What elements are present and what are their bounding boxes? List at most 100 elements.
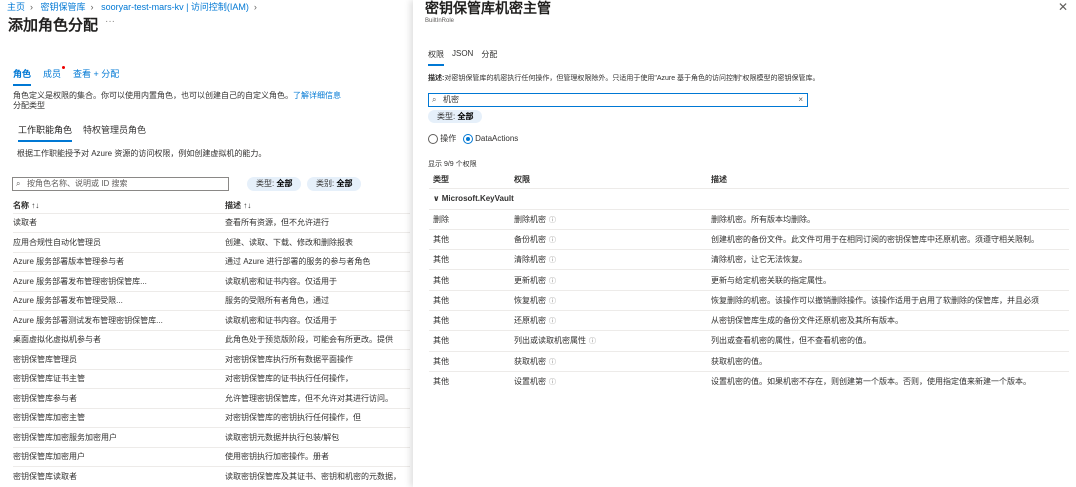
filter-value: 全部: [457, 112, 474, 121]
table-row[interactable]: 密钥保管库读取者 读取密钥保管库及其证书、密钥和机密的元数据，: [13, 466, 410, 486]
table-row: 删除 删除机密 ⓘ 删除机密。所有版本均删除。: [429, 208, 1069, 230]
permission-type: 其他: [429, 249, 514, 270]
permission-description: 设置机密的值。如果机密不存在，则创建第一个版本。否则，使用指定值来新建一个版本。: [711, 370, 1069, 392]
role-description: 对密钥保管库的证书执行任何操作，: [225, 368, 410, 389]
tab-privileged-admin-roles[interactable]: 特权管理员角色: [83, 123, 146, 142]
table-row[interactable]: 应用合规性自动化管理员 创建、读取、下载、修改和删除报表: [13, 232, 410, 252]
breadcrumb-iam[interactable]: sooryar-test-mars-kv | 访问控制(IAM): [101, 2, 249, 12]
info-icon[interactable]: ⓘ: [549, 298, 556, 305]
info-icon[interactable]: ⓘ: [549, 379, 556, 386]
role-search-input[interactable]: ⌕ 按角色名称、说明或 ID 搜索: [12, 177, 229, 191]
table-row[interactable]: 密钥保管库加密主管 对密钥保管库的密钥执行任何操作，但: [13, 407, 410, 428]
role-name: 密钥保管库管理员: [13, 349, 225, 369]
permissions-table: 类型 权限 描述 ∨ Microsoft.KeyVault 删除 删除机密 ⓘ 删除机…: [429, 172, 1069, 392]
table-row[interactable]: Azure 服务部署发布管理密钥保管库... 读取机密和证书内容。仅适用于: [13, 271, 410, 291]
chevron-down-icon[interactable]: ∨: [433, 194, 440, 203]
search-placeholder: 按角色名称、说明或 ID 搜索: [27, 179, 128, 188]
column-header-description[interactable]: 描述 ↑↓: [225, 199, 410, 213]
permission-cell: 恢复机密 ⓘ: [514, 289, 711, 311]
column-header-name[interactable]: 名称 ↑↓: [13, 199, 225, 213]
role-name: Azure 服务部署发布管理密钥保管库...: [13, 271, 225, 291]
filter-label: 类型:: [256, 179, 277, 188]
role-name: 密钥保管库读取者: [13, 466, 225, 486]
permission-name: 设置机密: [514, 377, 546, 387]
role-name: Azure 服务部署版本管理参与者: [13, 251, 225, 272]
role-description: 读取密钥元数据并执行包装/解包: [225, 427, 410, 447]
add-role-assignment-page: 主页 › 密钥保管库 › sooryar-test-mars-kv | 访问控制(I…: [0, 0, 410, 487]
panel-subtitle: BuiltInRole: [425, 18, 455, 24]
clear-search-icon[interactable]: ×: [798, 94, 803, 106]
table-row[interactable]: Azure 服务部署版本管理参与者 通过 Azure 进行部署的服务的参与者角色: [13, 251, 410, 272]
permission-description: 清除机密，让它无法恢复。: [711, 249, 1069, 270]
role-description: 创建、读取、下载、修改和删除报表: [225, 232, 410, 252]
info-icon[interactable]: ⓘ: [549, 359, 556, 366]
permission-description: 列出或查看机密的属性，但不查看机密的值。: [711, 330, 1069, 352]
radio-dataactions[interactable]: DataActions: [462, 133, 518, 144]
radio-circle: [428, 133, 438, 144]
table-row[interactable]: 密钥保管库证书主管 对密钥保管库的证书执行任何操作，: [13, 368, 410, 389]
type-filter[interactable]: 类型: 全部: [247, 177, 302, 191]
table-row[interactable]: Azure 服务部署测试发布管理密钥保管库... 读取机密和证书内容。仅适用于: [13, 310, 410, 330]
role-description: 此角色处于预览版阶段，可能会有所更改。提供: [225, 329, 410, 350]
table-row[interactable]: 密钥保管库参与者 允许管理密钥保管库，但不允许对其进行访问。: [13, 388, 410, 408]
column-header-permission: 权限: [514, 175, 530, 185]
table-row[interactable]: 密钥保管库加密服务加密用户 读取密钥元数据并执行包装/解包: [13, 427, 410, 447]
tab-review-assign[interactable]: 查看 + 分配: [73, 67, 119, 86]
info-icon[interactable]: ⓘ: [549, 257, 556, 264]
table-row[interactable]: 桌面虚拟化虚拟机参与者 此角色处于预览版阶段，可能会有所更改。提供: [13, 329, 410, 350]
tab-role[interactable]: 角色: [13, 67, 32, 86]
permission-search-input[interactable]: ⌕ 机密 ×: [428, 93, 808, 107]
tab-job-function-roles[interactable]: 工作职能角色: [18, 123, 73, 142]
more-options-button[interactable]: ···: [105, 16, 115, 27]
tab-permissions[interactable]: 权限: [428, 49, 444, 66]
filter-label: 类别:: [316, 179, 337, 188]
job-function-description: 根据工作职能授予对 Azure 资源的访问权限，例如创建虚拟机的能力。: [17, 149, 267, 158]
permission-description: 恢复删除的机密。该操作可以撤销删除操作。该操作适用于启用了软删除的保管库，并且必…: [711, 289, 1069, 311]
roles-table: 名称 ↑↓ 描述 ↑↓ 读取者 查看所有资源，但不允许进行 应用合规性自动化管理员创…: [13, 199, 410, 486]
permission-cell: 列出或读取机密属性 ⓘ: [514, 330, 711, 352]
radio-actions[interactable]: 操作: [428, 133, 456, 144]
role-name: 应用合规性自动化管理员: [13, 232, 225, 252]
group-row[interactable]: ∨ Microsoft.KeyVault: [429, 187, 1069, 209]
tab-members-label: 成员: [43, 69, 62, 79]
filter-value: 全部: [276, 179, 293, 188]
permission-type: 其他: [429, 309, 514, 331]
info-icon[interactable]: ⓘ: [549, 278, 556, 285]
info-icon[interactable]: ⓘ: [549, 217, 556, 224]
role-name: 桌面虚拟化虚拟机参与者: [13, 329, 225, 350]
role-description: 服务的受限所有者角色，通过: [225, 290, 410, 311]
table-row[interactable]: 密钥保管库管理员 对密钥保管库执行所有数据平面操作: [13, 349, 410, 369]
radio-circle: [462, 133, 473, 144]
table-row[interactable]: 密钥保管库加密用户 使用密钥执行加密操作。册者: [13, 446, 410, 467]
table-row[interactable]: 读取者 查看所有资源，但不允许进行: [13, 212, 410, 233]
permission-description: 创建机密的备份文件。此文件可用于在相同订阅的密钥保管库中还原机密。须遵守相关限制…: [711, 228, 1069, 250]
permission-description: 更新与给定机密关联的指定属性。: [711, 269, 1069, 291]
role-details-panel: 密钥保管库机密主管 BuiltInRole ✕ 权限 JSON 分配 描述:对密…: [413, 0, 1076, 487]
table-row[interactable]: Azure 服务部署发布管理受限... 服务的受限所有者角色，通过: [13, 290, 410, 311]
category-filter[interactable]: 类别: 全部: [307, 177, 362, 191]
info-icon[interactable]: ⓘ: [549, 318, 556, 325]
role-description: 使用密钥执行加密操作。册者: [225, 446, 410, 467]
permission-type: 其他: [429, 370, 514, 392]
breadcrumb-key-vaults[interactable]: 密钥保管库: [41, 2, 86, 12]
tab-members[interactable]: 成员: [43, 66, 66, 86]
permission-count: 显示 9/9 个权限: [428, 161, 477, 168]
permission-cell: 备份机密 ⓘ: [514, 228, 711, 250]
column-header-type: 类型: [433, 175, 449, 185]
table-row: 其他 备份机密 ⓘ 创建机密的备份文件。此文件可用于在相同订阅的密钥保管库中还原机密。…: [429, 228, 1069, 250]
tab-json[interactable]: JSON: [452, 49, 473, 66]
role-description: 读取密钥保管库及其证书、密钥和机密的元数据，: [225, 466, 410, 486]
role-description: 查看所有资源，但不允许进行: [225, 212, 410, 233]
permission-name: 清除机密: [514, 255, 546, 265]
tab-assignments[interactable]: 分配: [481, 49, 497, 66]
role-name: Azure 服务部署测试发布管理密钥保管库...: [13, 310, 225, 330]
close-icon[interactable]: ✕: [1058, 0, 1068, 14]
permission-name: 更新机密: [514, 275, 546, 285]
breadcrumb-home[interactable]: 主页: [7, 2, 25, 12]
type-filter[interactable]: 类型: 全部: [428, 110, 483, 123]
search-icon: ⌕: [16, 179, 21, 188]
info-icon[interactable]: ⓘ: [589, 338, 596, 345]
permission-type: 其他: [429, 228, 514, 250]
learn-more-link[interactable]: 了解详细信息: [293, 91, 341, 100]
info-icon[interactable]: ⓘ: [549, 237, 556, 244]
